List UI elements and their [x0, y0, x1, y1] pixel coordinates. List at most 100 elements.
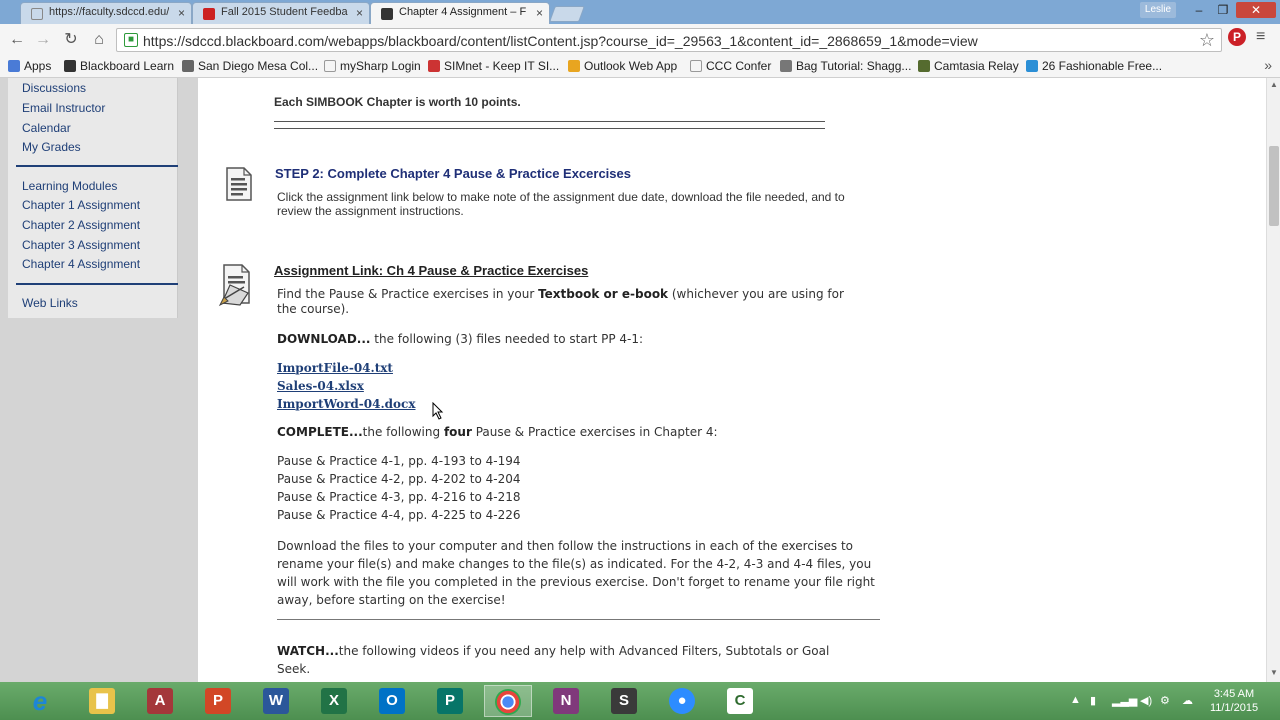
onenote-icon[interactable]: N [542, 685, 590, 717]
camtasia-icon [918, 60, 930, 72]
window-close-icon[interactable]: ✕ [1236, 2, 1276, 18]
clock-date: 11/1/2015 [1209, 702, 1259, 714]
close-icon[interactable]: × [536, 6, 543, 20]
exercise-item: Pause & Practice 4-2, pp. 4-202 to 4-204 [277, 472, 521, 486]
pinterest-icon[interactable]: P [1228, 28, 1246, 46]
blackboard-icon [381, 8, 393, 20]
sidebar-item-learning-modules[interactable]: Learning Modules [22, 179, 117, 193]
sidebar-item-my-grades[interactable]: My Grades [22, 140, 81, 154]
chevron-right-icon[interactable]: » [1264, 57, 1272, 73]
scroll-up-icon[interactable]: ▲ [1270, 80, 1278, 89]
tab-label: Fall 2015 Student Feedba [221, 6, 348, 18]
zoom-icon[interactable]: ● [658, 685, 706, 717]
download-line: DOWNLOAD... the following (3) files need… [277, 332, 644, 346]
tab-chapter-4-assignment[interactable]: Chapter 4 Assignment – F × [370, 2, 550, 24]
download-link-sales[interactable]: Sales-04.xlsx [277, 379, 364, 393]
sidebar-item-chapter-2[interactable]: Chapter 2 Assignment [22, 218, 140, 232]
sidebar-item-chapter-3[interactable]: Chapter 3 Assignment [22, 238, 140, 252]
url-text[interactable]: https://sdccd.blackboard.com/webapps/bla… [143, 33, 978, 49]
publisher-icon[interactable]: P [426, 685, 474, 717]
find-line: Find the Pause & Practice exercises in y… [277, 287, 844, 301]
sidebar-item-discussions[interactable]: Discussions [22, 81, 86, 95]
bookmark-fashionable-free[interactable]: 26 Fashionable Free... [1026, 59, 1162, 73]
internet-explorer-icon[interactable]: e [16, 685, 64, 717]
exercise-item: Pause & Practice 4-1, pp. 4-193 to 4-194 [277, 454, 521, 468]
clock-time: 3:45 AM [1213, 688, 1255, 700]
page-viewport: Discussions Email Instructor Calendar My… [0, 78, 1266, 682]
bookmark-simnet[interactable]: SIMnet - Keep IT SI... [428, 59, 559, 73]
bookmark-mysharp-login[interactable]: mySharp Login [324, 59, 421, 73]
bookmark-apps[interactable]: Apps [8, 59, 51, 73]
star-icon[interactable]: ☆ [1199, 30, 1215, 51]
exercise-item: Pause & Practice 4-3, pp. 4-216 to 4-218 [277, 490, 521, 504]
tab-strip: https://faculty.sdccd.edu/ × Fall 2015 S… [0, 0, 1280, 24]
tab-label: Chapter 4 Assignment – F [399, 6, 527, 18]
assignment-link[interactable]: Assignment Link: Ch 4 Pause & Practice E… [274, 263, 588, 278]
watch-line: WATCH...the following videos if you need… [277, 644, 830, 658]
home-icon[interactable]: ⌂ [88, 30, 110, 50]
page-scrollbar[interactable]: ▲ ▼ [1266, 78, 1280, 682]
fc-icon [1026, 60, 1038, 72]
download-link-importfile[interactable]: ImportFile-04.txt [277, 361, 393, 375]
scroll-down-icon[interactable]: ▼ [1270, 668, 1278, 677]
instructions-paragraph: Download the files to your computer and … [277, 539, 875, 607]
sidebar-item-chapter-1[interactable]: Chapter 1 Assignment [22, 198, 140, 212]
divider [274, 121, 825, 122]
bookmark-blackboard-learn[interactable]: Blackboard Learn [64, 59, 174, 73]
bookmark-outlook-web-app[interactable]: Outlook Web App [568, 59, 677, 73]
camtasia-icon[interactable]: C [716, 685, 764, 717]
snagit-icon[interactable]: S [600, 685, 648, 717]
assignment-icon [218, 264, 250, 307]
tab-student-feedback[interactable]: Fall 2015 Student Feedba × [192, 2, 370, 24]
divider [274, 128, 825, 129]
restore-icon[interactable]: ❐ [1212, 2, 1234, 18]
page-icon [690, 60, 702, 72]
powerpoint-icon[interactable]: P [194, 685, 242, 717]
forward-icon[interactable]: → [32, 30, 54, 50]
bookmark-bag-tutorial[interactable]: Bag Tutorial: Shagg... [780, 59, 911, 73]
file-explorer-icon[interactable]: ▇ [78, 685, 126, 717]
step-2-title[interactable]: STEP 2: Complete Chapter 4 Pause & Pract… [275, 166, 631, 181]
bag-icon [780, 60, 792, 72]
system-clock[interactable]: 3:45 AM 11/1/2015 [1206, 687, 1262, 715]
address-bar[interactable]: ■ https://sdccd.blackboard.com/webapps/b… [116, 28, 1222, 52]
sidebar-item-web-links[interactable]: Web Links [22, 296, 78, 310]
tab-faculty[interactable]: https://faculty.sdccd.edu/ × [20, 2, 192, 24]
bookmark-ccc-confer[interactable]: CCC Confer [690, 59, 771, 73]
lock-icon: ■ [124, 33, 138, 47]
signal-icon[interactable]: ▂▃▅ [1112, 694, 1137, 707]
course-menu: Discussions Email Instructor Calendar My… [8, 78, 178, 318]
sidebar-item-email-instructor[interactable]: Email Instructor [22, 101, 105, 115]
reload-icon[interactable]: ↻ [60, 30, 82, 50]
watch-line-2: Seek. [277, 662, 311, 676]
close-icon[interactable]: × [178, 6, 185, 20]
back-icon[interactable]: ← [6, 30, 28, 50]
find-line-2: the course). [277, 302, 350, 316]
simnet-icon [428, 60, 440, 72]
new-tab-button[interactable] [549, 6, 585, 22]
outlook-icon [568, 60, 580, 72]
settings-icon[interactable]: ⚙ [1160, 694, 1170, 707]
bookmark-san-diego-mesa[interactable]: San Diego Mesa Col... [182, 59, 318, 73]
volume-icon[interactable]: ◀) [1140, 694, 1152, 707]
sidebar-item-calendar[interactable]: Calendar [22, 121, 71, 135]
tab-label: https://faculty.sdccd.edu/ [49, 6, 170, 18]
cloud-icon[interactable]: ☁ [1182, 694, 1193, 707]
windows-taskbar: e ▇ A P W X O P ● N S ● C ▲ ▮ ▂▃▅ ◀) ⚙ ☁… [0, 682, 1280, 720]
word-icon[interactable]: W [252, 685, 300, 717]
close-icon[interactable]: × [356, 6, 363, 20]
user-profile-button[interactable]: Leslie [1140, 2, 1176, 18]
chevron-up-icon[interactable]: ▲ [1070, 694, 1081, 706]
outlook-icon[interactable]: O [368, 685, 416, 717]
minimize-icon[interactable]: – [1188, 2, 1210, 18]
bookmark-camtasia-relay[interactable]: Camtasia Relay [918, 59, 1019, 73]
sidebar-item-chapter-4[interactable]: Chapter 4 Assignment [22, 257, 140, 271]
access-icon[interactable]: A [136, 685, 184, 717]
excel-icon[interactable]: X [310, 685, 358, 717]
page-icon [31, 8, 43, 20]
chrome-icon[interactable]: ● [484, 685, 532, 717]
scroll-thumb[interactable] [1269, 146, 1279, 226]
battery-icon[interactable]: ▮ [1090, 694, 1096, 707]
menu-icon[interactable]: ≡ [1256, 28, 1265, 46]
download-link-importword[interactable]: ImportWord-04.docx [277, 397, 416, 411]
